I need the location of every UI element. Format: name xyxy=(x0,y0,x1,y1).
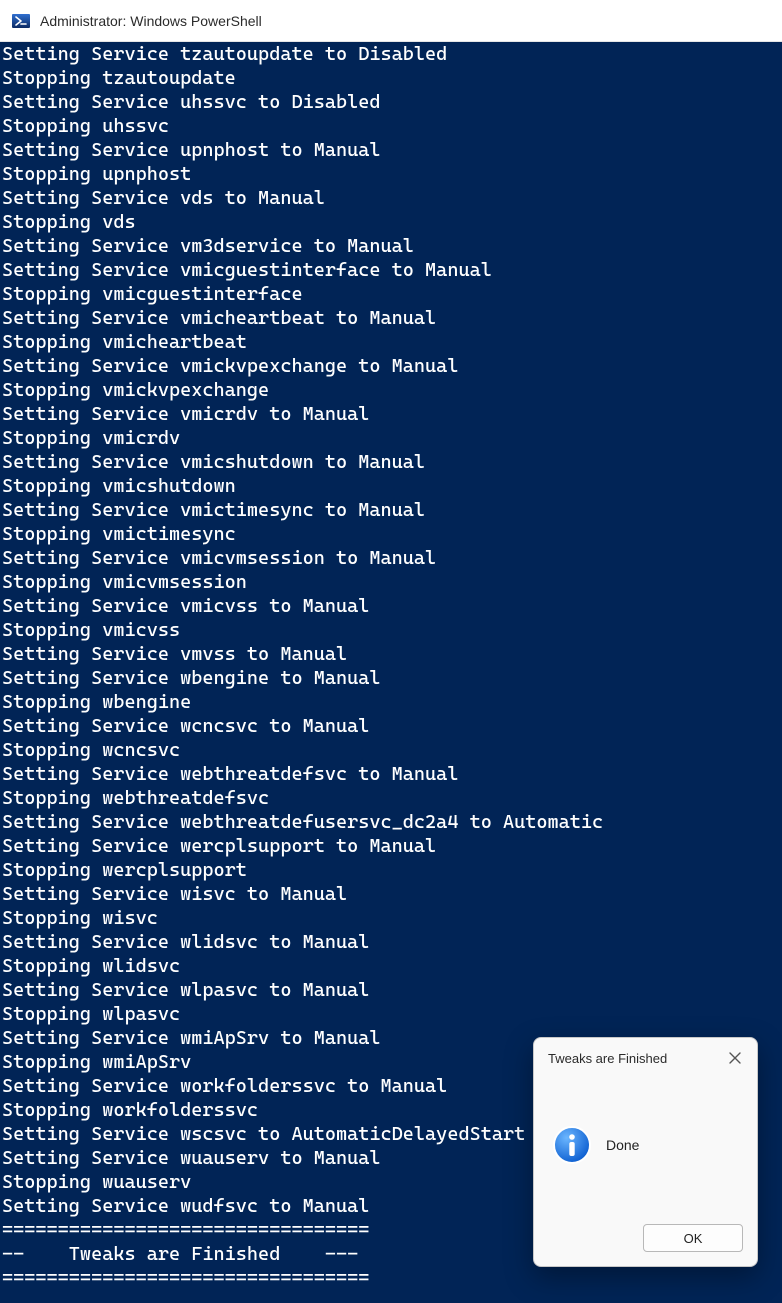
powershell-window: Administrator: Windows PowerShell Settin… xyxy=(0,0,782,1303)
window-title: Administrator: Windows PowerShell xyxy=(40,13,262,29)
close-icon[interactable] xyxy=(723,1046,747,1070)
dialog-footer: OK xyxy=(534,1214,757,1266)
info-icon xyxy=(552,1125,592,1165)
dialog-message: Done xyxy=(606,1137,639,1153)
ok-button[interactable]: OK xyxy=(643,1224,743,1252)
dialog-body: Done xyxy=(534,1076,757,1214)
message-dialog: Tweaks are Finished xyxy=(533,1037,758,1267)
dialog-title: Tweaks are Finished xyxy=(548,1051,667,1066)
ok-button-label: OK xyxy=(684,1231,703,1246)
powershell-icon xyxy=(12,12,30,30)
dialog-header[interactable]: Tweaks are Finished xyxy=(534,1038,757,1076)
titlebar[interactable]: Administrator: Windows PowerShell xyxy=(0,0,782,42)
